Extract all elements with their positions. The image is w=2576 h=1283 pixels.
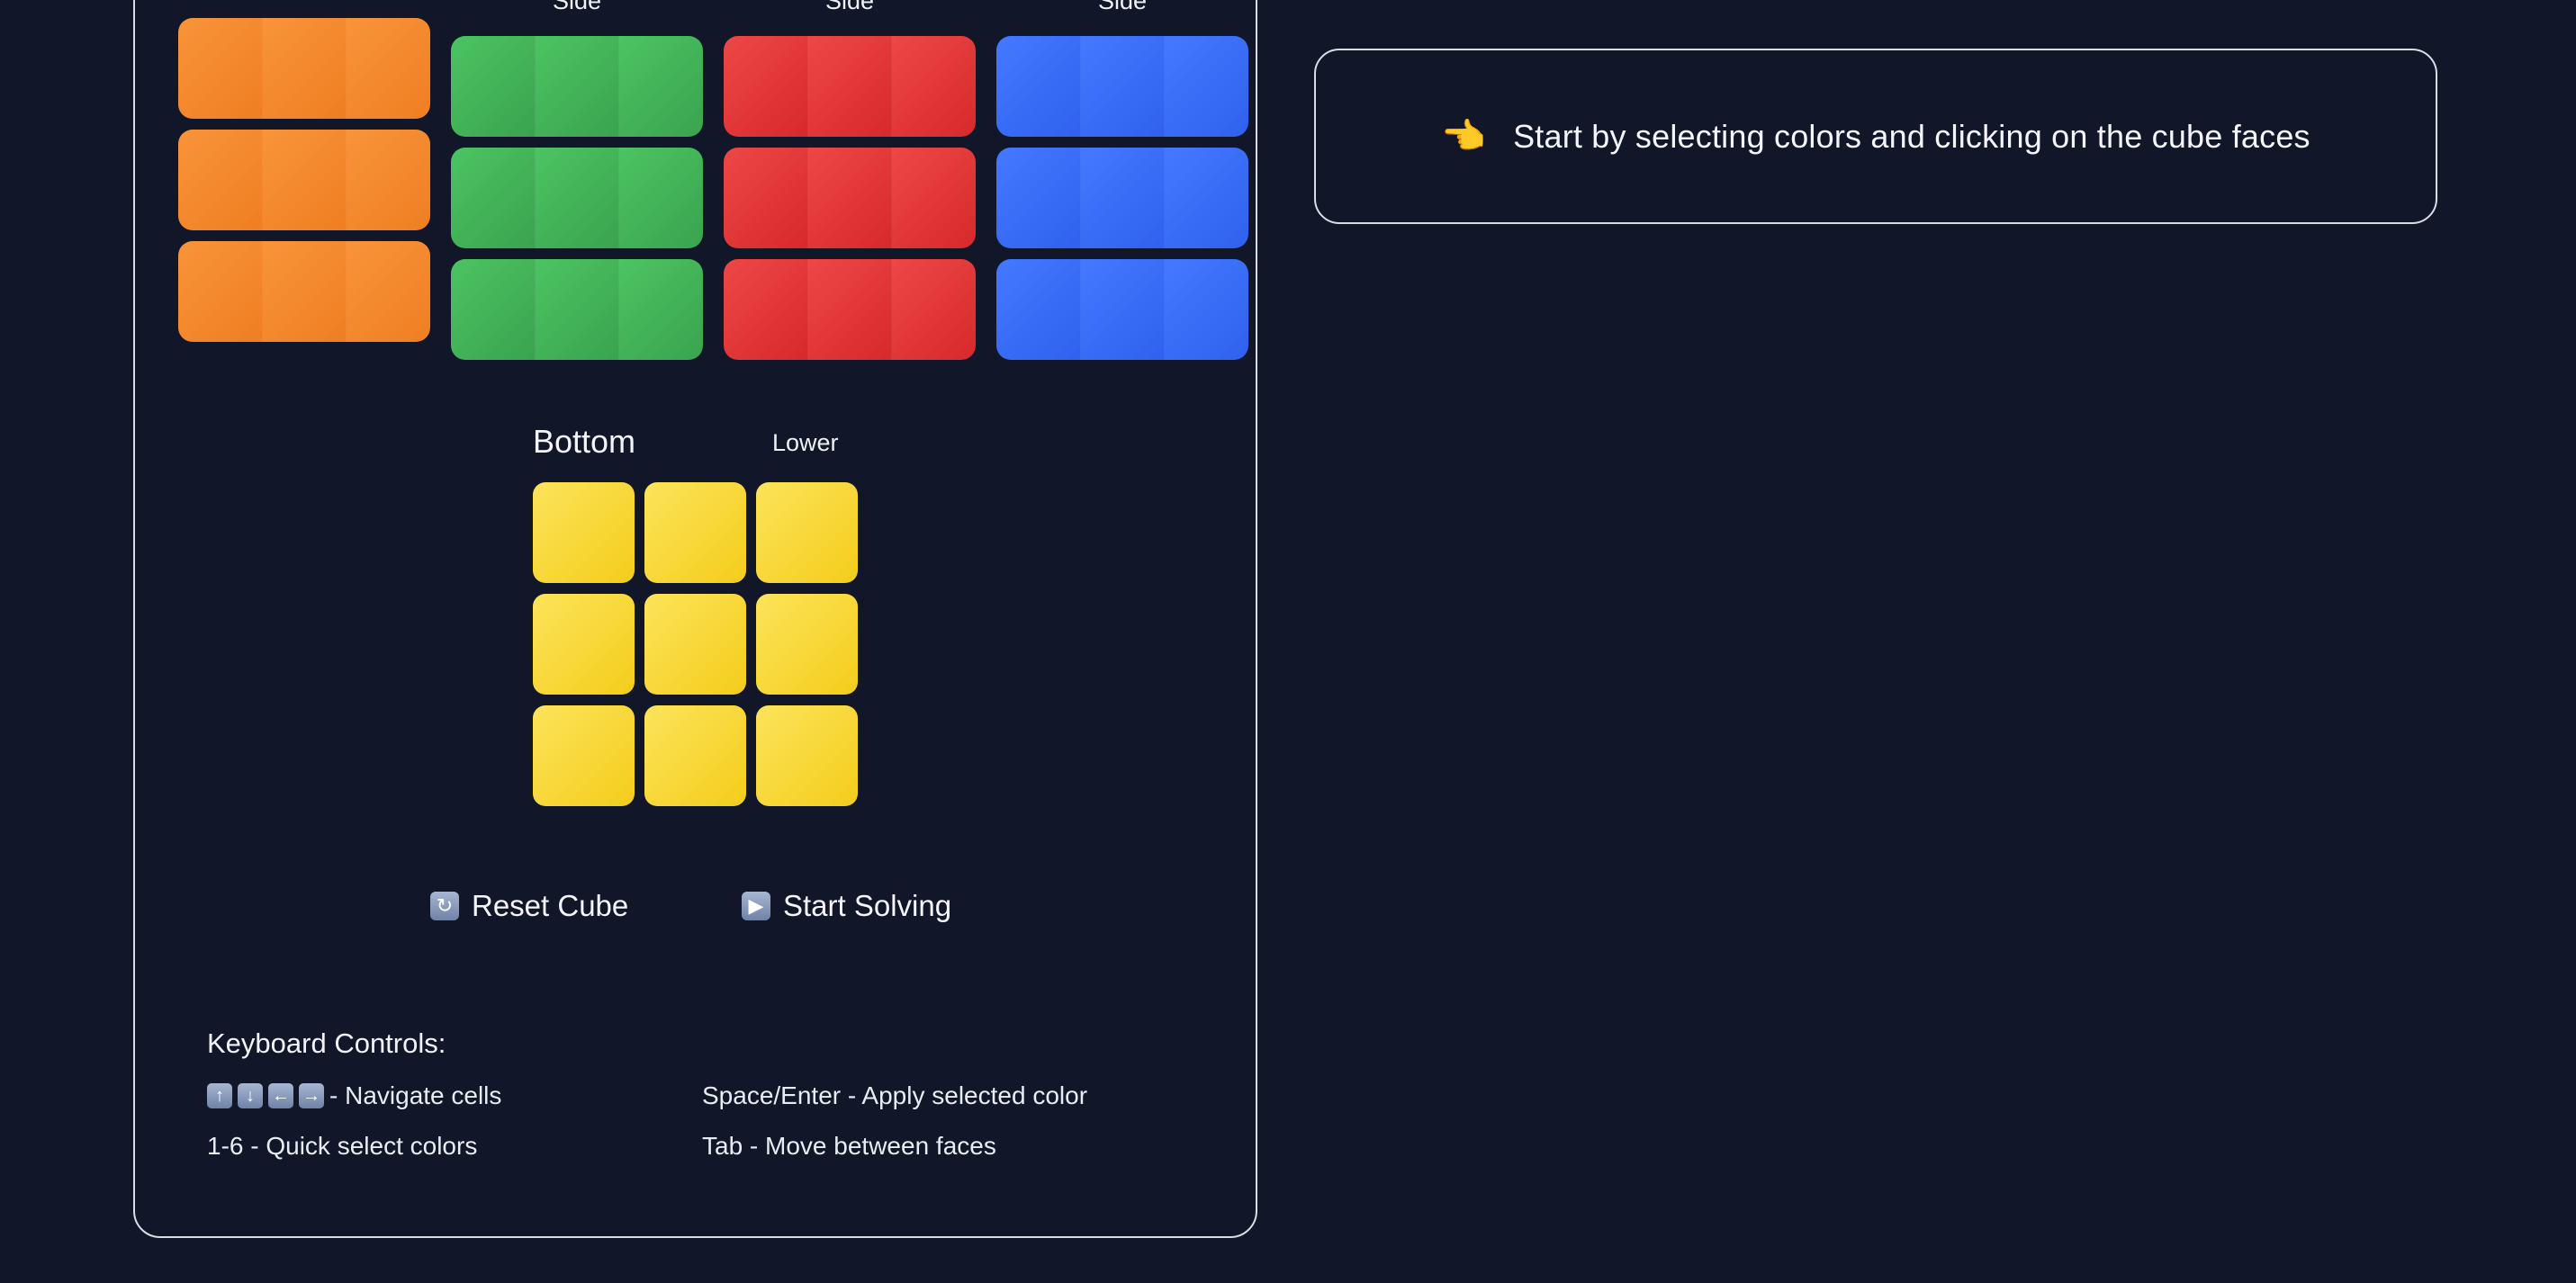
bottom-cell[interactable] [533,482,635,583]
cube-cell[interactable] [996,148,1080,248]
cube-cell[interactable] [1164,148,1248,248]
arrow-left-icon: ← [268,1083,293,1108]
bottom-cell[interactable] [533,705,635,806]
cube-cell[interactable] [724,259,807,360]
cube-cell[interactable] [1079,148,1165,248]
keyboard-controls-title: Keyboard Controls: [207,1027,446,1059]
cube-cell[interactable] [451,259,535,360]
cube-cell[interactable] [891,259,976,360]
keyboard-quick-select-hint: 1-6 - Quick select colors [207,1132,478,1160]
green-face-row[interactable] [451,148,703,248]
blue-face-row[interactable] [996,36,1248,137]
cube-cell[interactable] [346,130,430,230]
app-stage: Side Side Side Bottom Lower ↻ Reset Cube… [0,0,2576,1283]
keyboard-move-faces-hint: Tab - Move between faces [702,1132,996,1160]
reset-cube-button[interactable]: ↻ Reset Cube [430,889,628,923]
orange-face-row[interactable] [178,18,430,119]
bottom-cell[interactable] [756,705,858,806]
cube-cell[interactable] [261,241,347,342]
cube-cell[interactable] [618,259,703,360]
cube-cell[interactable] [891,148,976,248]
cube-cell[interactable] [618,148,703,248]
cube-cell[interactable] [534,148,619,248]
navigate-cells-text: - Navigate cells [329,1081,502,1109]
arrow-down-icon: ↓ [238,1083,263,1108]
cube-cell[interactable] [1164,259,1248,360]
cube-cell[interactable] [534,259,619,360]
cube-cell[interactable] [996,259,1080,360]
cube-cell[interactable] [806,148,892,248]
arrow-up-icon: ↑ [207,1083,232,1108]
cube-cell[interactable] [346,241,430,342]
bottom-cell[interactable] [644,705,746,806]
reset-cube-label: Reset Cube [472,889,629,922]
cube-cell[interactable] [1079,259,1165,360]
start-solving-label: Start Solving [783,889,952,922]
green-face-row[interactable] [451,36,703,137]
red-face-label: Side [824,0,875,14]
cube-cell[interactable] [261,130,347,230]
cube-cell[interactable] [451,148,535,248]
blue-face-row[interactable] [996,148,1248,248]
start-solving-button[interactable]: ▶ Start Solving [742,889,951,923]
red-face-row[interactable] [724,148,976,248]
cube-cell[interactable] [806,259,892,360]
cube-cell[interactable] [534,36,619,137]
bottom-cell[interactable] [756,482,858,583]
pointing-hand-icon: 👈 [1441,116,1487,157]
green-face-row[interactable] [451,259,703,360]
cube-cell[interactable] [1164,36,1248,137]
cube-cell[interactable] [891,36,976,137]
hint-text: Start by selecting colors and clicking o… [1513,117,2310,155]
bottom-face-subtitle: Lower [772,429,839,456]
bottom-cell[interactable] [644,594,746,695]
keyboard-navigate-hint: ↑ ↓ ← → - Navigate cells [207,1081,501,1110]
cube-cell[interactable] [178,18,262,119]
cube-cell[interactable] [724,148,807,248]
cube-cell[interactable] [1079,36,1165,137]
orange-face-row[interactable] [178,241,430,342]
cube-cell[interactable] [724,36,807,137]
bottom-cell[interactable] [533,594,635,695]
bottom-face-title: Bottom [533,423,636,460]
red-face-row[interactable] [724,36,976,137]
bottom-cell[interactable] [756,594,858,695]
cube-cell[interactable] [806,36,892,137]
cube-cell[interactable] [996,36,1080,137]
cube-cell[interactable] [346,18,430,119]
cube-cell[interactable] [178,130,262,230]
orange-face-row[interactable] [178,130,430,230]
blue-face-label: Side [1097,0,1148,14]
bottom-cell[interactable] [644,482,746,583]
cube-cell[interactable] [451,36,535,137]
arrow-right-icon: → [299,1083,324,1108]
cube-cell[interactable] [178,241,262,342]
cube-cell[interactable] [618,36,703,137]
keyboard-apply-hint: Space/Enter - Apply selected color [702,1081,1088,1109]
cube-cell[interactable] [261,18,347,119]
green-face-label: Side [552,0,602,14]
refresh-icon: ↻ [430,892,459,920]
play-icon: ▶ [742,892,770,920]
blue-face-row[interactable] [996,259,1248,360]
hint-panel: 👈 Start by selecting colors and clicking… [1314,49,2437,224]
red-face-row[interactable] [724,259,976,360]
